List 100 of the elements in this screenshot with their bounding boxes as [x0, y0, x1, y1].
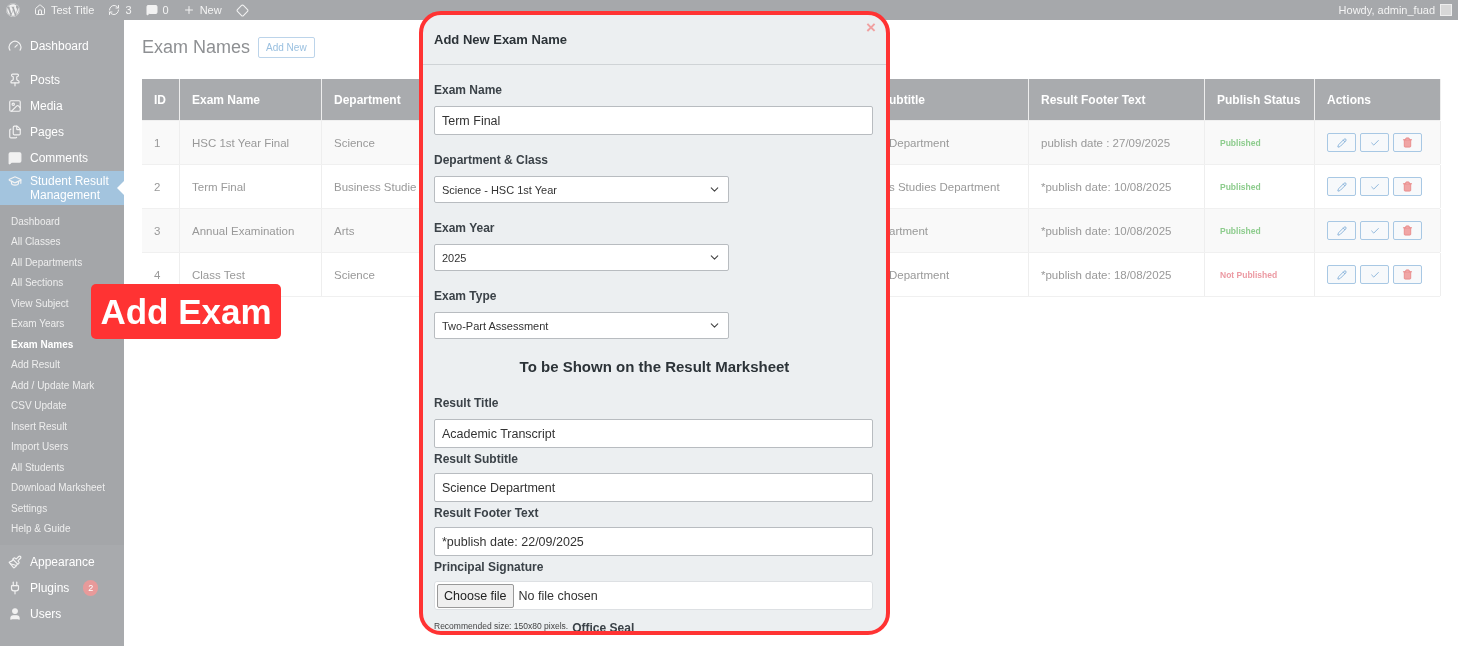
wordpress-logo-icon[interactable] [6, 3, 20, 17]
choose-file-button[interactable]: Choose file [437, 583, 514, 608]
menu-item[interactable]: Posts [0, 67, 124, 93]
menu-item[interactable]: Plugins 2 [0, 575, 124, 601]
user-icon [8, 607, 22, 621]
comments-count[interactable]: 0 [162, 4, 169, 16]
delete-button[interactable] [1393, 221, 1422, 240]
select-field[interactable]: Two-Part Assessment [434, 312, 729, 339]
menu-item[interactable]: Media [0, 93, 124, 119]
column-header: ID [154, 92, 166, 107]
status-label: Published [1220, 137, 1261, 148]
menu-item[interactable]: Dashboard [0, 33, 124, 59]
table-cell: Class Test [192, 268, 245, 281]
count-badge: 2 [83, 580, 99, 596]
field-label: Result Footer Text [434, 505, 540, 521]
submenu-item[interactable]: All Classes [11, 231, 61, 252]
submenu-item[interactable]: Exam Years [11, 313, 65, 334]
submenu-item[interactable]: All Students [11, 457, 65, 478]
plug-icon [8, 581, 22, 595]
site-link[interactable]: Test Title [51, 4, 95, 16]
check-button[interactable] [1360, 133, 1389, 152]
updates-count[interactable]: 3 [125, 4, 132, 16]
page-title: Exam Names [142, 36, 251, 58]
column-header: Actions [1327, 92, 1371, 107]
edit-button[interactable] [1327, 133, 1356, 152]
edit-button[interactable] [1327, 177, 1356, 196]
column-header: Exam Name [192, 92, 261, 107]
submenu-item[interactable]: All Sections [11, 272, 64, 293]
text-field[interactable]: *publish date: 22/09/2025 [434, 527, 873, 556]
submenu-item[interactable]: Download Marksheet [11, 477, 105, 498]
pencil-icon [1336, 225, 1347, 236]
file-field[interactable]: Choose file No file chosen [434, 581, 873, 610]
select-field[interactable]: 2025 [434, 244, 729, 271]
gauge-icon [8, 39, 22, 53]
table-cell: *publish date: 10/08/2025 [1041, 224, 1172, 237]
image-icon [8, 99, 22, 113]
select-field[interactable]: Science - HSC 1st Year [434, 176, 729, 203]
table-cell: artment [889, 224, 928, 237]
avatar [1440, 4, 1452, 16]
check-button[interactable] [1360, 221, 1389, 240]
field-label: Result Title [434, 395, 500, 411]
menu-item[interactable]: Pages [0, 119, 124, 145]
pencil-icon [1336, 137, 1347, 148]
menu-item[interactable]: Appearance [0, 549, 124, 575]
edit-button[interactable] [1327, 265, 1356, 284]
column-header: Result Footer Text [1041, 92, 1146, 107]
submenu-item[interactable]: Help & Guide [11, 518, 71, 539]
refresh-icon[interactable] [108, 4, 121, 16]
diamond-icon[interactable] [235, 3, 249, 17]
delete-button[interactable] [1393, 265, 1422, 284]
delete-button[interactable] [1393, 177, 1422, 196]
submenu-item[interactable]: CSV Update [11, 395, 67, 416]
plus-icon[interactable] [182, 4, 195, 16]
menu-item[interactable]: Student Result Management [0, 171, 124, 205]
submenu-item[interactable]: Exam Names [11, 334, 74, 355]
section-heading: To be Shown on the Result Marksheet [518, 358, 791, 377]
submenu-item[interactable]: All Departments [11, 252, 83, 273]
submenu-item[interactable]: Import Users [11, 436, 69, 457]
submenu-item[interactable]: Dashboard [11, 211, 60, 232]
delete-button[interactable] [1393, 133, 1422, 152]
callout-tooltip: Add Exam [91, 284, 281, 339]
text-field[interactable]: Academic Transcript [434, 419, 873, 448]
submenu-item[interactable]: Insert Result [11, 416, 68, 437]
modal-title: Add New Exam Name [434, 32, 567, 47]
check-icon [1369, 181, 1380, 192]
submenu-item[interactable]: Add / Update Mark [11, 375, 95, 396]
field-label: Department & Class [434, 152, 550, 168]
pencil-icon [1336, 269, 1347, 280]
edit-button[interactable] [1327, 221, 1356, 240]
table-cell: Arts [334, 224, 355, 237]
menu-item[interactable]: Users [0, 601, 124, 627]
status-label: Published [1220, 181, 1261, 192]
table-cell: *publish date: 18/08/2025 [1041, 268, 1172, 281]
trash-icon [1402, 181, 1413, 192]
table-cell: HSC 1st Year Final [192, 136, 290, 149]
text-field[interactable]: Term Final [434, 106, 873, 135]
status-label: Published [1220, 225, 1261, 236]
new-link[interactable]: New [199, 4, 222, 16]
check-button[interactable] [1360, 265, 1389, 284]
submenu-item[interactable]: View Subject [11, 293, 69, 314]
field-label: Result Subtitle [434, 451, 519, 467]
table-cell: 4 [154, 268, 161, 281]
check-button[interactable] [1360, 177, 1389, 196]
close-button[interactable]: × [866, 19, 876, 36]
column-header: Publish Status [1217, 92, 1301, 107]
menu-item[interactable]: Comments [0, 145, 124, 171]
trash-icon [1402, 269, 1413, 280]
submenu-item[interactable]: Settings [11, 498, 48, 519]
pin-icon [8, 73, 22, 87]
field-label: Exam Name [434, 82, 504, 98]
table-cell: Business Studie [334, 180, 417, 193]
add-new-button[interactable]: Add New [258, 36, 315, 58]
text-field[interactable]: Science Department [434, 473, 873, 502]
submenu-item[interactable]: Add Result [11, 354, 60, 375]
speech-bubble-icon [8, 151, 22, 165]
table-cell: 3 [154, 224, 161, 237]
greeting-link[interactable]: Howdy, admin_fuad [1338, 4, 1435, 16]
home-icon[interactable] [34, 4, 46, 16]
comment-icon[interactable] [145, 4, 158, 16]
field-label: Exam Type [434, 288, 498, 304]
